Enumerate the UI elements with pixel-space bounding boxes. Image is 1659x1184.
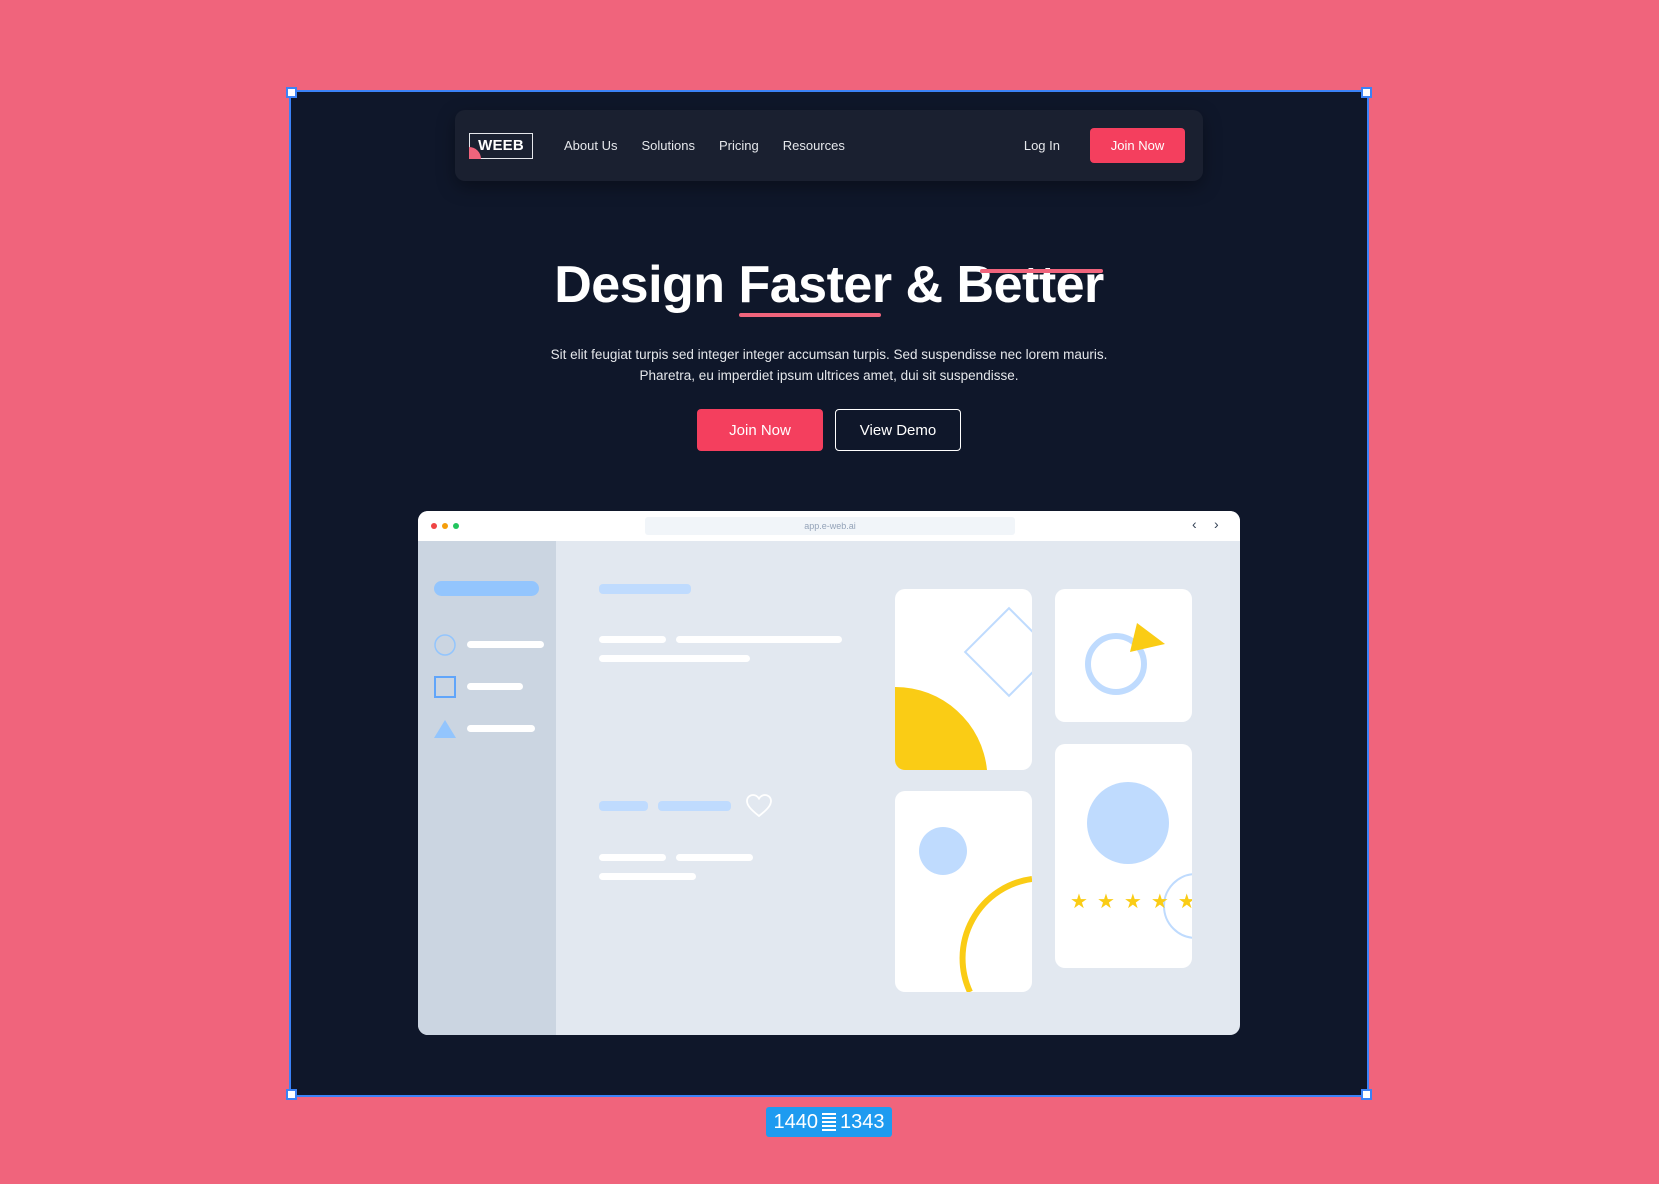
content-placeholder-line	[676, 636, 842, 643]
content-placeholder-tag	[599, 801, 648, 811]
nav-join-button[interactable]: Join Now	[1090, 128, 1185, 163]
nav-link-resources[interactable]: Resources	[783, 138, 845, 153]
dimension-badge: 1440 1343	[766, 1107, 892, 1137]
diamond-quarter-circle-illustration	[895, 606, 1032, 770]
resize-handle-bottom-right[interactable]	[1361, 1089, 1372, 1100]
nav-link-solutions[interactable]: Solutions	[641, 138, 694, 153]
navbar: WEEB About Us Solutions Pricing Resource…	[455, 110, 1203, 181]
star-icon: ★	[1150, 891, 1169, 913]
circle-arc-illustration	[919, 827, 1032, 992]
chevron-right-icon: ›	[1214, 516, 1219, 532]
nav-links: About Us Solutions Pricing Resources	[564, 138, 845, 153]
star-icon: ★	[1123, 891, 1142, 913]
star-rating: ★ ★ ★ ★ ★	[1070, 892, 1192, 912]
hero-join-button[interactable]: Join Now	[697, 409, 823, 451]
chevron-left-icon: ‹	[1192, 516, 1197, 532]
logo-text: WEEB	[478, 137, 524, 154]
heart-icon[interactable]	[745, 793, 773, 819]
triangle-shape-icon	[434, 720, 456, 738]
logo[interactable]: WEEB	[469, 132, 533, 159]
content-placeholder-line	[599, 655, 750, 662]
content-placeholder-tag	[658, 801, 731, 811]
content-placeholder-line	[599, 873, 696, 880]
mockup-sidebar	[418, 541, 556, 1035]
star-icon: ★	[1070, 891, 1088, 913]
hero-subtitle-line-2: Pharetra, eu imperdiet ipsum ultrices am…	[639, 368, 1019, 383]
window-minimize-dot-icon	[442, 523, 448, 529]
content-placeholder-line	[676, 854, 753, 861]
content-placeholder-line	[599, 854, 666, 861]
star-icon: ★	[1096, 891, 1115, 913]
view-demo-button[interactable]: View Demo	[835, 409, 961, 451]
hero-subtitle: Sit elit feugiat turpis sed integer inte…	[291, 344, 1367, 386]
content-placeholder-title	[599, 584, 691, 594]
hero-subtitle-line-1: Sit elit feugiat turpis sed integer inte…	[550, 347, 1108, 362]
sidebar-placeholder-line	[467, 725, 535, 732]
circle-shape-icon	[434, 634, 456, 656]
illustration-card-arc	[895, 791, 1032, 992]
resize-handle-top-left[interactable]	[286, 87, 297, 98]
browser-toolbar: app.e-web.ai ‹ ›	[418, 511, 1240, 541]
window-close-dot-icon	[431, 523, 437, 529]
square-shape-icon	[434, 676, 456, 698]
nav-link-pricing[interactable]: Pricing	[719, 138, 759, 153]
nav-link-about-us[interactable]: About Us	[564, 138, 617, 153]
artboard-height: 1343	[840, 1110, 885, 1133]
address-bar: app.e-web.ai	[645, 517, 1015, 535]
star-icon: ★	[1177, 891, 1192, 913]
browser-mockup: app.e-web.ai ‹ › ★ ★ ★ ★ ★	[418, 511, 1240, 1035]
sidebar-placeholder-line	[467, 641, 544, 648]
resize-handle-top-right[interactable]	[1361, 87, 1372, 98]
window-maximize-dot-icon	[453, 523, 459, 529]
hero-buttons: Join Now View Demo	[697, 409, 961, 451]
artboard-width: 1440	[773, 1110, 819, 1133]
ring-triangle-illustration	[1085, 623, 1165, 695]
illustration-card-ring	[1055, 589, 1192, 722]
hero-title: Design Faster & Better	[554, 256, 1104, 314]
rating-card: ★ ★ ★ ★ ★	[1055, 744, 1192, 968]
title-underline-decoration	[739, 313, 881, 317]
illustration-card-diamond	[895, 589, 1032, 770]
title-overline-decoration	[980, 269, 1103, 273]
sidebar-placeholder-header	[434, 581, 539, 596]
lines-icon	[822, 1113, 836, 1131]
login-link[interactable]: Log In	[1024, 138, 1060, 153]
content-placeholder-line	[599, 636, 666, 643]
sidebar-placeholder-line	[467, 683, 523, 690]
resize-handle-bottom-left[interactable]	[286, 1089, 297, 1100]
circle-illustration	[1087, 782, 1192, 939]
